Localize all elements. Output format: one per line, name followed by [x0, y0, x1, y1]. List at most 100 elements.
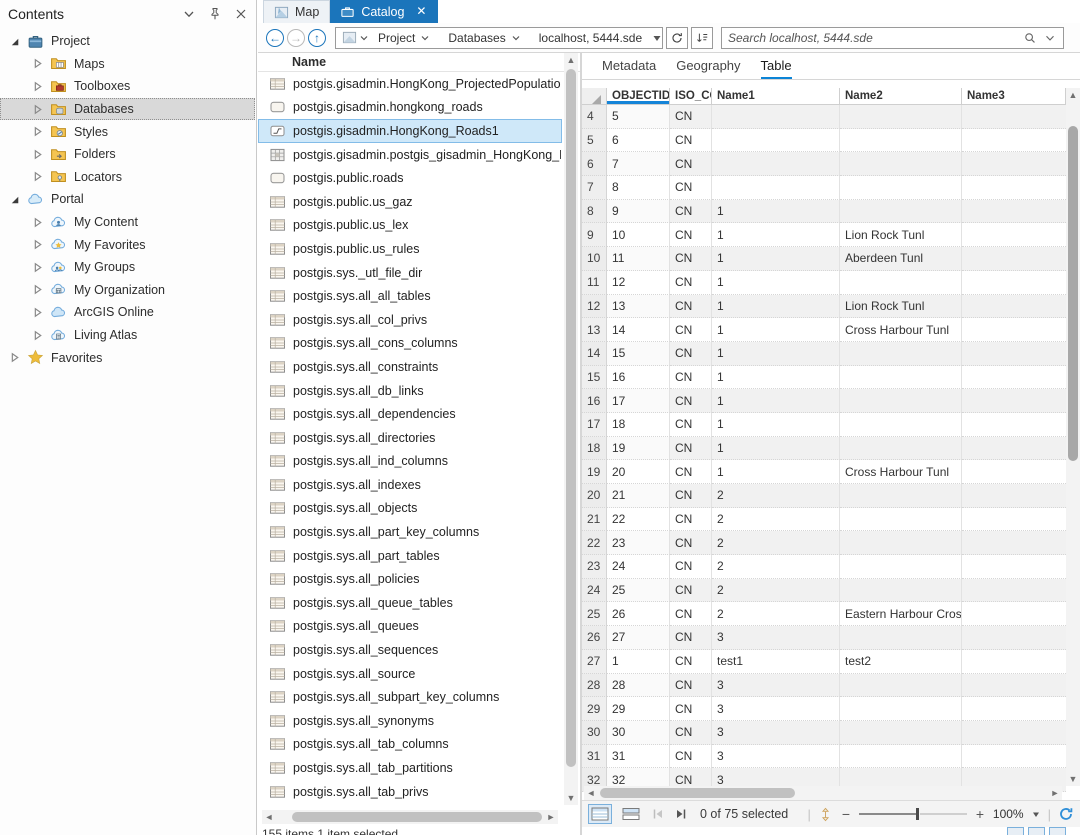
- table-cell[interactable]: CN: [670, 105, 712, 129]
- table-cell[interactable]: [962, 413, 1066, 437]
- table-cell[interactable]: CN: [670, 271, 712, 295]
- tree-item-maps[interactable]: Maps: [0, 53, 255, 76]
- tab-close-icon[interactable]: ✕: [416, 6, 428, 18]
- refresh-button[interactable]: [666, 27, 688, 49]
- row-number-cell[interactable]: 10: [582, 247, 607, 271]
- zoom-slider-handle[interactable]: [916, 808, 919, 820]
- table-cell[interactable]: 1: [712, 460, 840, 484]
- table-cell[interactable]: [962, 555, 1066, 579]
- table-cell[interactable]: 31: [607, 745, 670, 769]
- table-cell[interactable]: 17: [607, 389, 670, 413]
- table-cell[interactable]: [962, 650, 1066, 674]
- catalog-item[interactable]: postgis.public.roads: [258, 166, 562, 190]
- table-cell[interactable]: [962, 745, 1066, 769]
- table-cell[interactable]: [962, 295, 1066, 319]
- table-cell[interactable]: 3: [712, 626, 840, 650]
- expand-expander-icon[interactable]: [31, 103, 44, 116]
- table-cell[interactable]: [962, 176, 1066, 200]
- catalog-item[interactable]: postgis.public.us_rules: [258, 237, 562, 261]
- expand-expander-icon[interactable]: [31, 283, 44, 296]
- tree-item-my-favorites[interactable]: My Favorites: [0, 233, 255, 256]
- table-cell[interactable]: [840, 271, 962, 295]
- zoom-out-button[interactable]: −: [840, 806, 852, 822]
- layout-button[interactable]: [1007, 827, 1024, 835]
- table-cell[interactable]: CN: [670, 342, 712, 366]
- table-cell[interactable]: [962, 105, 1066, 129]
- breadcrumb-segment-project[interactable]: Project: [369, 31, 439, 45]
- catalog-item[interactable]: postgis.sys.all_sequences: [258, 638, 562, 662]
- table-cell[interactable]: CN: [670, 626, 712, 650]
- table-cell[interactable]: CN: [670, 674, 712, 698]
- table-cell[interactable]: [962, 460, 1066, 484]
- catalog-item[interactable]: postgis.sys.all_part_tables: [258, 544, 562, 568]
- table-cell[interactable]: [840, 389, 962, 413]
- catalog-item[interactable]: postgis.sys.all_objects: [258, 497, 562, 521]
- expand-expander-icon[interactable]: [31, 306, 44, 319]
- table-cell[interactable]: 2: [712, 508, 840, 532]
- scroll-right-icon[interactable]: ►: [544, 810, 558, 824]
- table-cell[interactable]: [962, 318, 1066, 342]
- catalog-item[interactable]: postgis.public.us_lex: [258, 214, 562, 238]
- tree-item-databases[interactable]: Databases: [0, 98, 255, 121]
- table-cell[interactable]: [840, 342, 962, 366]
- table-cell[interactable]: 2: [712, 602, 840, 626]
- table-cell[interactable]: 23: [607, 531, 670, 555]
- catalog-item[interactable]: [258, 803, 562, 806]
- table-cell[interactable]: [712, 129, 840, 153]
- row-number-cell[interactable]: 22: [582, 531, 607, 555]
- expand-expander-icon[interactable]: [31, 261, 44, 274]
- table-cell[interactable]: [962, 721, 1066, 745]
- table-cell[interactable]: test2: [840, 650, 962, 674]
- table-cell[interactable]: 2: [712, 579, 840, 603]
- expand-expander-icon[interactable]: [31, 216, 44, 229]
- column-header-objectid[interactable]: OBJECTID *: [607, 88, 670, 105]
- table-vertical-scrollbar[interactable]: ▲ ▼: [1066, 88, 1080, 786]
- tree-item-styles[interactable]: Styles: [0, 120, 255, 143]
- tab-geography[interactable]: Geography: [676, 58, 740, 79]
- row-number-cell[interactable]: 24: [582, 579, 607, 603]
- forward-button[interactable]: →: [287, 29, 305, 47]
- tree-item-my-groups[interactable]: My Groups: [0, 256, 255, 279]
- catalog-item[interactable]: postgis.gisadmin.HongKong_Roads1: [258, 119, 562, 143]
- expand-expander-icon[interactable]: [31, 170, 44, 183]
- table-view-button[interactable]: [588, 804, 612, 824]
- table-cell[interactable]: 11: [607, 247, 670, 271]
- row-number-cell[interactable]: 31: [582, 745, 607, 769]
- table-cell[interactable]: CN: [670, 579, 712, 603]
- row-number-cell[interactable]: 11: [582, 271, 607, 295]
- table-cell[interactable]: CN: [670, 318, 712, 342]
- tree-item-toolboxes[interactable]: Toolboxes: [0, 75, 255, 98]
- table-cell[interactable]: [840, 697, 962, 721]
- table-cell[interactable]: [962, 152, 1066, 176]
- table-cell[interactable]: 9: [607, 200, 670, 224]
- table-cell[interactable]: 28: [607, 674, 670, 698]
- catalog-item[interactable]: postgis.sys.all_all_tables: [258, 284, 562, 308]
- row-number-cell[interactable]: 18: [582, 437, 607, 461]
- catalog-item[interactable]: postgis.sys.all_directories: [258, 426, 562, 450]
- catalog-item[interactable]: postgis.public.us_gaz: [258, 190, 562, 214]
- table-cell[interactable]: Lion Rock Tunl: [840, 295, 962, 319]
- tree-item-living-atlas[interactable]: Living Atlas: [0, 324, 255, 347]
- name-column-header[interactable]: Name: [258, 53, 580, 72]
- scroll-left-icon[interactable]: ◄: [262, 810, 276, 824]
- table-cell[interactable]: 5: [607, 105, 670, 129]
- row-number-cell[interactable]: 29: [582, 697, 607, 721]
- scroll-right-icon[interactable]: ►: [1048, 786, 1062, 800]
- expand-expander-icon[interactable]: [31, 148, 44, 161]
- table-cell[interactable]: 1: [712, 437, 840, 461]
- table-cell[interactable]: CN: [670, 437, 712, 461]
- table-cell[interactable]: [840, 579, 962, 603]
- table-cell[interactable]: 24: [607, 555, 670, 579]
- catalog-item[interactable]: postgis.gisadmin.HongKong_ProjectedPopul…: [258, 72, 562, 96]
- table-cell[interactable]: 26: [607, 602, 670, 626]
- table-cell[interactable]: [962, 484, 1066, 508]
- table-cell[interactable]: [840, 721, 962, 745]
- catalog-item[interactable]: postgis.sys.all_dependencies: [258, 402, 562, 426]
- table-cell[interactable]: [840, 745, 962, 769]
- tab-map[interactable]: Map: [263, 0, 330, 23]
- row-number-cell[interactable]: 27: [582, 650, 607, 674]
- row-number-cell[interactable]: 20: [582, 484, 607, 508]
- catalog-item[interactable]: postgis.sys.all_cons_columns: [258, 332, 562, 356]
- catalog-item[interactable]: postgis.sys.all_queues: [258, 615, 562, 639]
- table-cell[interactable]: [840, 484, 962, 508]
